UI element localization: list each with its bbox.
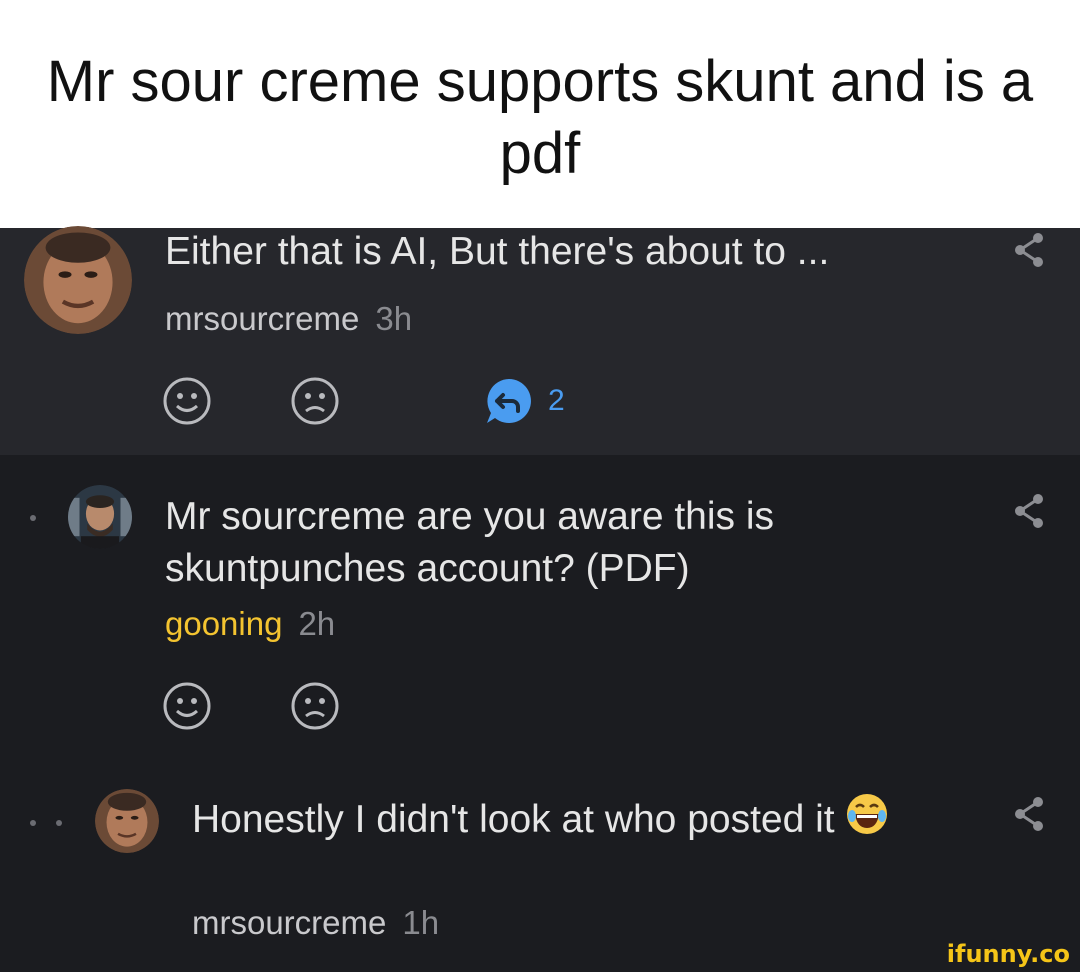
thread-dot [30, 515, 36, 521]
frown-icon[interactable] [290, 681, 340, 731]
caption-text: Mr sour creme supports skunt and is a pd… [46, 49, 1034, 186]
avatar[interactable] [24, 226, 132, 334]
share-icon[interactable] [1012, 232, 1046, 268]
share-icon[interactable] [1012, 493, 1046, 529]
username[interactable]: mrsourcreme [165, 300, 359, 337]
timestamp: 2h [298, 605, 336, 642]
smile-icon[interactable] [162, 681, 212, 731]
frown-icon[interactable] [290, 376, 340, 426]
thread-dot [30, 820, 36, 826]
comment-meta: mrsourcreme 3h [165, 300, 412, 338]
comment-meta: gooning 2h [165, 605, 335, 643]
avatar[interactable] [68, 485, 132, 549]
comment-meta: mrsourcreme 1h [192, 904, 439, 942]
reply-icon[interactable] [484, 376, 534, 426]
smile-icon[interactable] [162, 376, 212, 426]
comment-1: Either that is AI, But there's about to … [0, 226, 1080, 455]
username[interactable]: gooning [165, 605, 282, 642]
comment-text: Mr sourcreme are you aware this is skunt… [165, 495, 775, 590]
ifunny-watermark: ifunny.co [946, 940, 1070, 968]
laughing-emoji [845, 792, 889, 836]
username[interactable]: mrsourcreme [192, 904, 386, 941]
comment-text: Honestly I didn't look at who posted it [192, 792, 932, 846]
comment-text: Either that is AI, But there's about to … [165, 230, 830, 273]
thread-dot [56, 820, 62, 826]
avatar[interactable] [95, 789, 159, 853]
meme-caption: Mr sour creme supports skunt and is a pd… [0, 0, 1080, 228]
reply-count[interactable]: 2 [548, 384, 565, 418]
share-icon[interactable] [1012, 796, 1046, 832]
replies: Mr sourcreme are you aware this is skunt… [0, 455, 1080, 972]
timestamp: 1h [402, 904, 440, 941]
timestamp: 3h [375, 300, 413, 337]
comment-text-content: Honestly I didn't look at who posted it [192, 798, 835, 841]
